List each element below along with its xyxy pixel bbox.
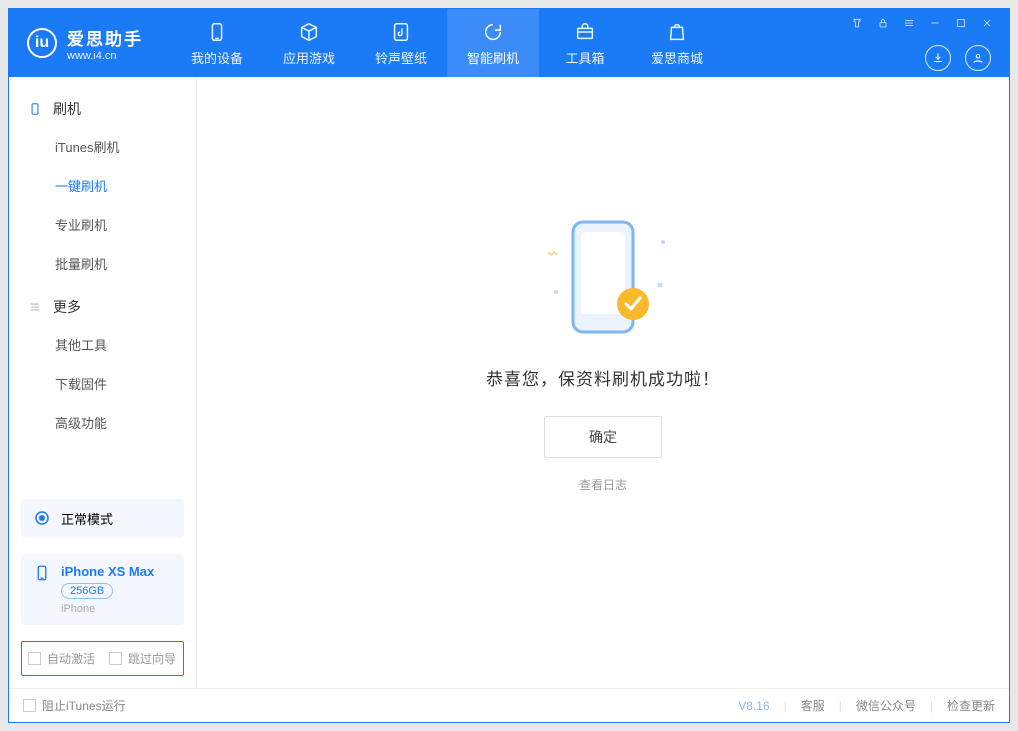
download-button[interactable]	[925, 45, 951, 71]
statusbar: 阻止iTunes运行 V8.16 | 客服 | 微信公众号 | 检查更新	[9, 688, 1009, 722]
refresh-icon	[481, 20, 505, 44]
footer-link-check-update[interactable]: 检查更新	[947, 697, 995, 714]
app-name: 爱思助手	[67, 25, 143, 50]
sidebar-item-itunes-flash[interactable]: iTunes刷机	[9, 127, 196, 166]
main-content: 恭喜您，保资料刷机成功啦！ 确定 查看日志	[197, 77, 1009, 688]
device-capacity: 256GB	[61, 583, 113, 599]
app-domain: www.i4.cn	[67, 50, 143, 62]
device-card[interactable]: iPhone XS Max 256GB iPhone	[21, 554, 184, 625]
nav-ringtone-wallpaper[interactable]: 铃声壁纸	[355, 9, 447, 77]
success-illustration	[518, 212, 688, 347]
sidebar: 刷机 iTunes刷机 一键刷机 专业刷机 批量刷机 更多 其他工具 下载固件 …	[9, 77, 197, 688]
shirt-icon[interactable]	[849, 15, 865, 31]
checkbox-auto-activate[interactable]: 自动激活	[28, 650, 95, 667]
ok-button[interactable]: 确定	[544, 416, 662, 458]
device-name: iPhone XS Max	[61, 564, 154, 579]
sidebar-item-advanced[interactable]: 高级功能	[9, 403, 196, 442]
version-label: V8.16	[738, 699, 769, 713]
checkbox-icon	[109, 652, 122, 665]
checkbox-block-itunes[interactable]: 阻止iTunes运行	[23, 697, 126, 714]
logo-icon: iu	[27, 28, 57, 58]
cube-icon	[297, 20, 321, 44]
device-phone-icon	[33, 564, 51, 582]
view-log-link[interactable]: 查看日志	[579, 476, 627, 493]
nav-smart-flash[interactable]: 智能刷机	[447, 9, 539, 77]
titlebar: iu 爱思助手 www.i4.cn 我的设备 应用游戏 铃声壁纸 智能刷机	[9, 9, 1009, 77]
phone-outline-icon	[27, 101, 43, 117]
toolbox-icon	[573, 20, 597, 44]
nav-store[interactable]: 爱思商城	[631, 9, 723, 77]
footer-link-support[interactable]: 客服	[801, 697, 825, 714]
user-button[interactable]	[965, 45, 991, 71]
sidebar-section-flash: 刷机	[9, 85, 196, 127]
phone-icon	[205, 20, 229, 44]
options-highlight-box: 自动激活 跳过向导	[21, 641, 184, 676]
nav-toolbox[interactable]: 工具箱	[539, 9, 631, 77]
checkbox-skip-guide[interactable]: 跳过向导	[109, 650, 176, 667]
menu-icon[interactable]	[901, 15, 917, 31]
window-controls	[849, 15, 995, 31]
main-nav: 我的设备 应用游戏 铃声壁纸 智能刷机 工具箱 爱思商城	[171, 9, 723, 77]
sidebar-section-more: 更多	[9, 283, 196, 325]
maximize-button[interactable]	[953, 15, 969, 31]
checkbox-icon	[28, 652, 41, 665]
app-logo: iu 爱思助手 www.i4.cn	[9, 9, 161, 77]
sidebar-item-batch-flash[interactable]: 批量刷机	[9, 244, 196, 283]
nav-my-device[interactable]: 我的设备	[171, 9, 263, 77]
device-type: iPhone	[61, 603, 154, 615]
music-note-icon	[389, 20, 413, 44]
sidebar-item-pro-flash[interactable]: 专业刷机	[9, 205, 196, 244]
nav-apps-games[interactable]: 应用游戏	[263, 9, 355, 77]
header-right-buttons	[925, 45, 991, 71]
close-button[interactable]	[979, 15, 995, 31]
success-message: 恭喜您，保资料刷机成功啦！	[486, 365, 720, 390]
sidebar-item-oneclick-flash[interactable]: 一键刷机	[9, 166, 196, 205]
footer-link-wechat[interactable]: 微信公众号	[856, 697, 916, 714]
app-window: iu 爱思助手 www.i4.cn 我的设备 应用游戏 铃声壁纸 智能刷机	[8, 8, 1010, 723]
body: 刷机 iTunes刷机 一键刷机 专业刷机 批量刷机 更多 其他工具 下载固件 …	[9, 77, 1009, 688]
lock-icon[interactable]	[875, 15, 891, 31]
list-icon	[27, 299, 43, 315]
sidebar-item-download-firmware[interactable]: 下载固件	[9, 364, 196, 403]
shopping-bag-icon	[665, 20, 689, 44]
minimize-button[interactable]	[927, 15, 943, 31]
mode-icon	[33, 509, 51, 527]
checkbox-icon	[23, 699, 36, 712]
sidebar-item-other-tools[interactable]: 其他工具	[9, 325, 196, 364]
mode-card[interactable]: 正常模式	[21, 499, 184, 538]
